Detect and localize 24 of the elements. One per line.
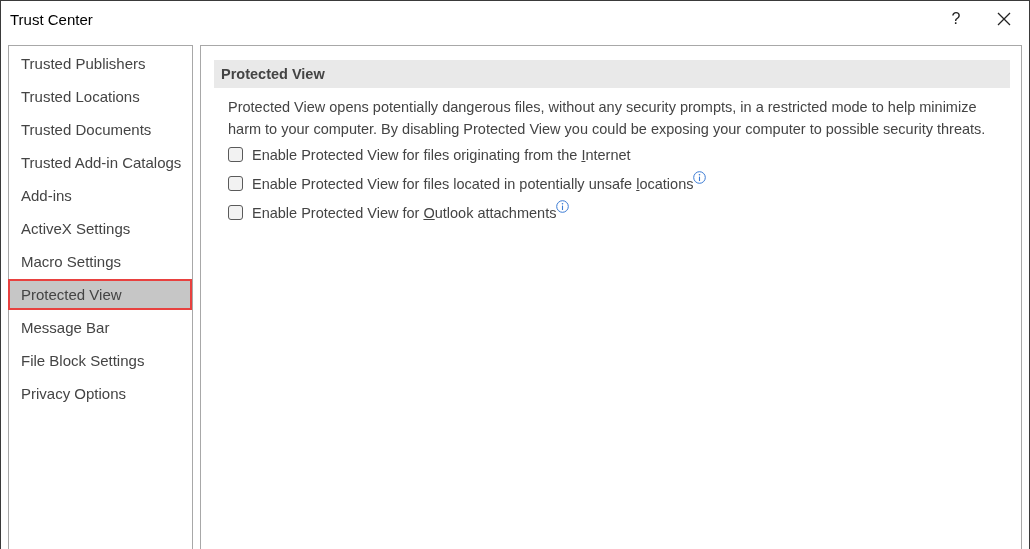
section-description: Protected View opens potentially dangerous files, without any security prompts, in a restricted mode to help minimize harm to your computer. By disabling Protected View you could be exposing your computer to possible security threats. — [228, 98, 987, 139]
category-item[interactable]: Trusted Publishers — [8, 48, 192, 79]
close-icon — [997, 12, 1011, 26]
category-item[interactable]: Macro Settings — [8, 246, 192, 277]
info-icon[interactable] — [693, 171, 707, 184]
checkbox-label[interactable]: Enable Protected View for files originating from the Internet — [252, 146, 631, 163]
category-item[interactable]: Message Bar — [8, 312, 192, 343]
checkbox[interactable] — [228, 176, 243, 191]
category-item[interactable]: Add-ins — [8, 180, 192, 211]
category-item[interactable]: File Block Settings — [8, 345, 192, 376]
help-button[interactable]: ? — [933, 2, 979, 36]
window-title: Trust Center — [10, 10, 94, 28]
category-item[interactable]: Protected View — [8, 279, 192, 310]
checkbox[interactable] — [228, 205, 243, 220]
category-item[interactable]: Privacy Options — [8, 378, 192, 409]
category-item[interactable]: ActiveX Settings — [8, 213, 192, 244]
info-icon[interactable] — [556, 200, 570, 213]
category-item[interactable]: Trusted Locations — [8, 81, 192, 112]
checkbox-label[interactable]: Enable Protected View for files located in potentially unsafe locations — [252, 175, 694, 192]
category-item[interactable]: Trusted Add-in Catalogs — [8, 147, 192, 178]
checkbox-label[interactable]: Enable Protected View for Outlook attachments — [252, 204, 557, 221]
checkbox[interactable] — [228, 147, 243, 162]
section-heading: Protected View — [214, 60, 1010, 88]
category-item[interactable]: Trusted Documents — [8, 114, 192, 145]
